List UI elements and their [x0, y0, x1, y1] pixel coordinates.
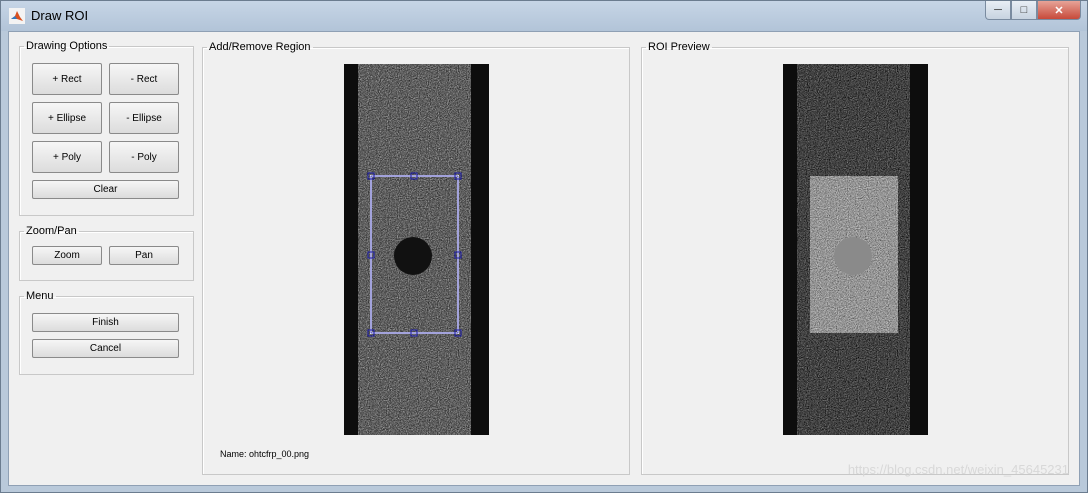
minimize-button[interactable]: ─ — [985, 1, 1011, 20]
remove-poly-button[interactable]: - Poly — [109, 141, 179, 173]
roi-preview-legend: ROI Preview — [648, 41, 710, 53]
watermark-text: https://blog.csdn.net/weixin_45645231 — [847, 462, 1069, 477]
add-rect-button[interactable]: + Rect — [32, 63, 102, 95]
finish-button[interactable]: Finish — [32, 313, 179, 332]
app-window: Draw ROI ─ □ ✕ Drawing Options + Rect - … — [0, 0, 1088, 493]
cancel-button[interactable]: Cancel — [32, 339, 179, 358]
add-ellipse-button[interactable]: + Ellipse — [32, 102, 102, 134]
zoom-button[interactable]: Zoom — [32, 246, 102, 265]
image-name-label: Name: ohtcfrp_00.png — [220, 449, 310, 459]
close-button[interactable]: ✕ — [1037, 1, 1081, 20]
maximize-icon: □ — [1020, 4, 1028, 16]
drawing-options-legend: Drawing Options — [26, 40, 108, 52]
minimize-icon: ─ — [994, 4, 1002, 16]
title-bar[interactable]: Draw ROI ─ □ ✕ — [1, 1, 1087, 31]
add-remove-region-legend: Add/Remove Region — [209, 41, 311, 53]
remove-rect-button[interactable]: - Rect — [109, 63, 179, 95]
remove-ellipse-button[interactable]: - Ellipse — [109, 102, 179, 134]
menu-panel: Menu — [19, 290, 194, 375]
matlab-icon — [9, 8, 25, 24]
pan-button[interactable]: Pan — [109, 246, 179, 265]
close-icon: ✕ — [1054, 4, 1064, 17]
clear-button[interactable]: Clear — [32, 180, 179, 199]
roi-preview-image — [783, 64, 928, 435]
menu-legend: Menu — [26, 290, 54, 302]
specimen-image-editor[interactable] — [344, 64, 489, 435]
window-controls: ─ □ ✕ — [985, 1, 1081, 21]
client-area: Drawing Options + Rect - Rect + Ellipse … — [8, 31, 1080, 486]
add-poly-button[interactable]: + Poly — [32, 141, 102, 173]
maximize-button[interactable]: □ — [1011, 1, 1037, 20]
zoom-pan-legend: Zoom/Pan — [26, 225, 77, 237]
window-title: Draw ROI — [31, 8, 89, 23]
